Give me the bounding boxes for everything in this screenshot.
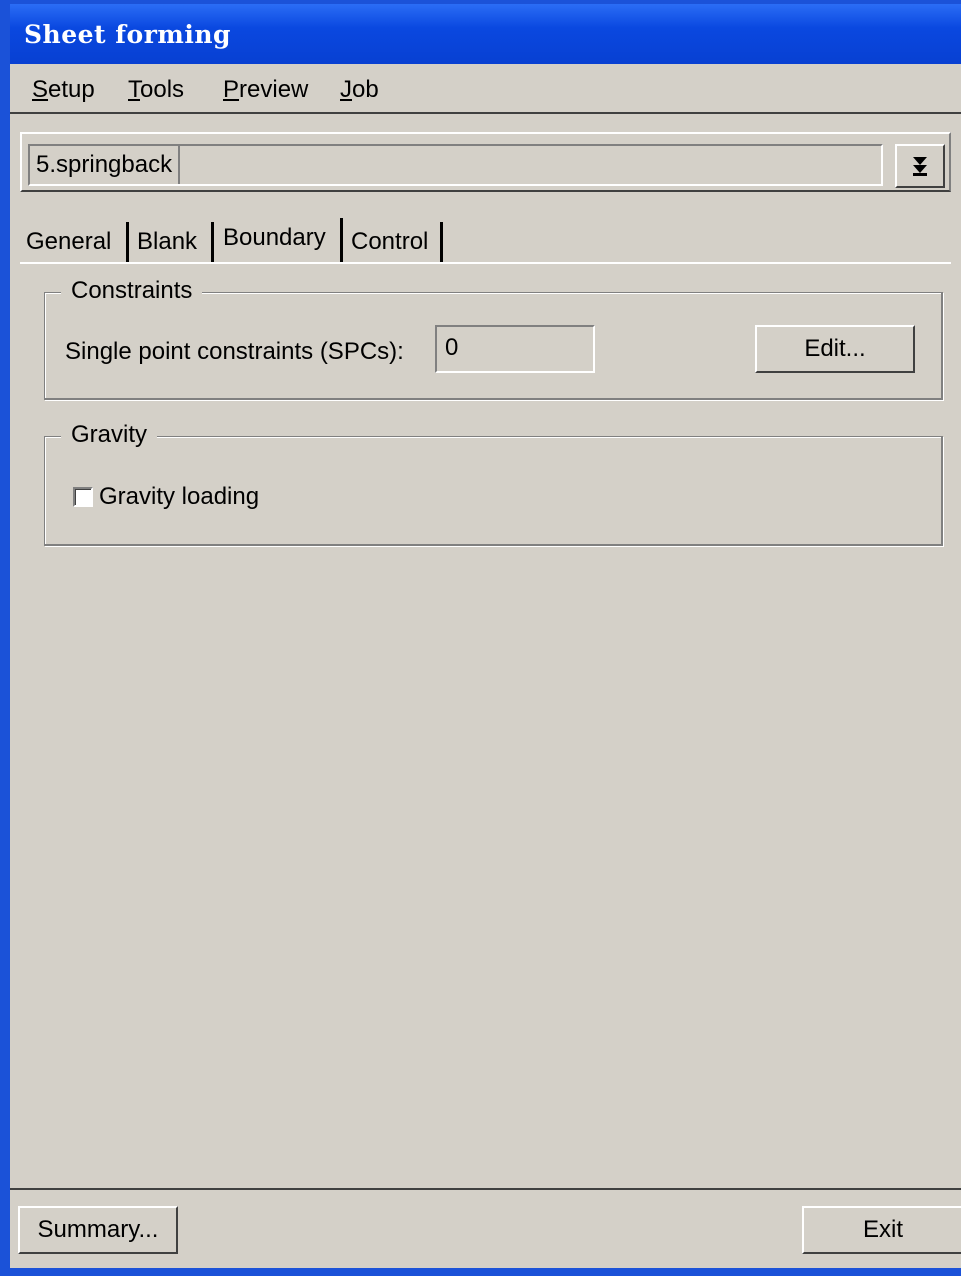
gravity-title: Gravity bbox=[61, 419, 158, 451]
menu-bar: Setup Tools Preview Job bbox=[10, 64, 961, 114]
tab-control[interactable]: Control bbox=[345, 222, 443, 264]
menu-setup-label: etup bbox=[48, 76, 95, 103]
constraints-title: Constraints bbox=[61, 275, 203, 307]
footer-separator bbox=[10, 1188, 961, 1190]
menu-job[interactable]: Job bbox=[340, 76, 379, 104]
spc-count-field[interactable]: 0 bbox=[435, 325, 595, 373]
sheet-forming-window: Sheet forming Setup Tools Preview Job 5.… bbox=[0, 0, 961, 1276]
menu-setup[interactable]: Setup bbox=[32, 76, 95, 104]
spc-label: Single point constraints (SPCs): bbox=[65, 338, 404, 365]
gravity-loading-checkbox[interactable] bbox=[73, 487, 93, 507]
menu-tools-accel: T bbox=[128, 76, 140, 103]
step-selector-value: 5.springback bbox=[30, 146, 181, 184]
window-titlebar[interactable]: Sheet forming bbox=[10, 4, 961, 64]
menu-preview[interactable]: Preview bbox=[223, 76, 308, 104]
edit-button[interactable]: Edit... bbox=[755, 325, 915, 373]
tab-boundary[interactable]: Boundary bbox=[217, 218, 343, 264]
tab-general[interactable]: General bbox=[20, 222, 129, 264]
gravity-loading-label[interactable]: Gravity loading bbox=[99, 483, 259, 511]
menu-tools-label: ools bbox=[140, 76, 185, 103]
step-selector-row: 5.springback bbox=[20, 132, 951, 192]
exit-button[interactable]: Exit bbox=[802, 1206, 961, 1254]
menu-job-label: ob bbox=[352, 76, 379, 103]
step-selector-field[interactable]: 5.springback bbox=[28, 144, 883, 186]
gravity-group: Gravity Gravity loading bbox=[44, 419, 943, 546]
menu-preview-label: review bbox=[239, 76, 309, 103]
window-title: Sheet forming bbox=[24, 20, 232, 49]
constraints-group: Constraints Single point constraints (SP… bbox=[44, 275, 943, 400]
menu-setup-accel: S bbox=[32, 76, 49, 103]
tab-blank[interactable]: Blank bbox=[131, 222, 214, 264]
double-chevron-down-icon bbox=[913, 157, 927, 176]
menu-tools[interactable]: Tools bbox=[128, 76, 184, 104]
step-dropdown-button[interactable] bbox=[895, 144, 945, 188]
tab-divider bbox=[20, 262, 951, 264]
menu-preview-accel: P bbox=[223, 76, 240, 103]
summary-button[interactable]: Summary... bbox=[18, 1206, 178, 1254]
menu-job-accel: J bbox=[340, 76, 352, 103]
